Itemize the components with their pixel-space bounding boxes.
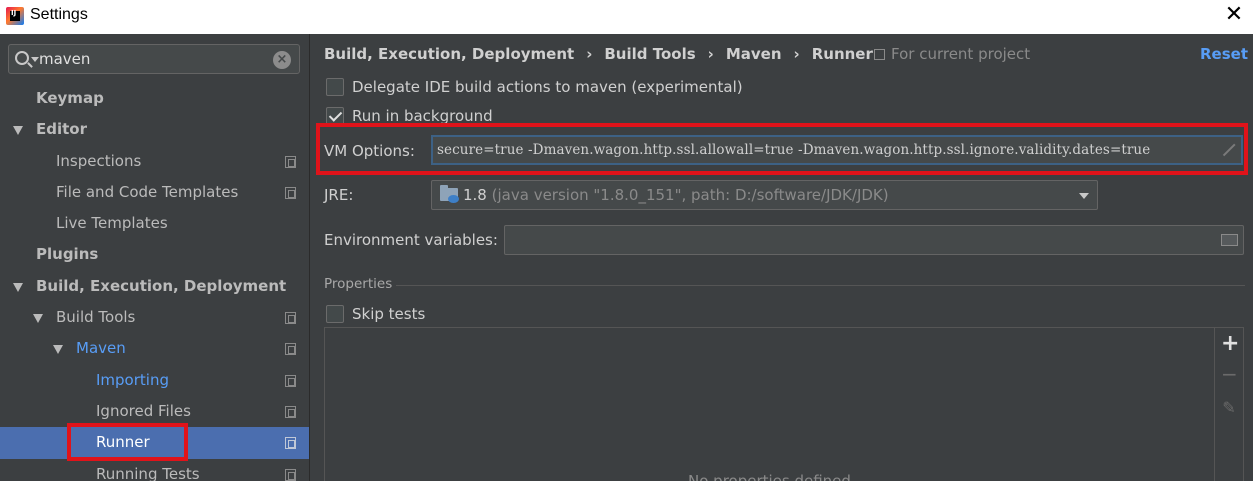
skip-tests-checkbox[interactable]: [326, 305, 344, 323]
app-icon-letters: IJ: [11, 9, 17, 17]
tree-item-label: Maven: [76, 339, 126, 358]
search-icon[interactable]: [15, 51, 29, 65]
vm-options-field[interactable]: secure=true -Dmaven.wagon.http.ssl.allow…: [431, 135, 1243, 165]
close-icon[interactable]: ✕: [1223, 4, 1245, 26]
search-input[interactable]: [39, 49, 269, 69]
properties-divider: [396, 285, 1245, 286]
breadcrumb-separator: ›: [707, 45, 714, 63]
jre-dropdown[interactable]: 1.8 (java version "1.8.0_151", path: D:/…: [431, 180, 1098, 210]
browse-folder-icon[interactable]: [1221, 234, 1238, 246]
properties-table[interactable]: No properties defined + − ✎: [324, 327, 1244, 481]
expand-editor-icon[interactable]: [1221, 143, 1235, 157]
tree-item-editor[interactable]: Editor: [0, 114, 309, 145]
expand-arrow-icon[interactable]: [13, 282, 23, 292]
add-property-icon[interactable]: +: [1221, 333, 1239, 355]
tree-item-label: Live Templates: [56, 214, 168, 233]
delegate-build-checkbox[interactable]: [326, 78, 344, 96]
expand-arrow-icon[interactable]: [53, 345, 63, 355]
tree-item-live-templates[interactable]: Live Templates: [0, 208, 309, 239]
tree-item-label: Editor: [36, 120, 87, 139]
properties-toolbar: + − ✎: [1214, 328, 1243, 481]
vm-options-label: VM Options:: [324, 142, 415, 160]
project-settings-icon: [285, 468, 296, 481]
for-current-project-note: For current project: [874, 45, 1030, 63]
title-bar: IJ Settings ✕: [0, 0, 1253, 34]
remove-property-icon[interactable]: −: [1221, 364, 1238, 384]
intellij-app-icon: IJ: [6, 7, 24, 25]
vm-options-value[interactable]: secure=true -Dmaven.wagon.http.ssl.allow…: [437, 142, 1215, 158]
jre-selected-value: 1.8 (java version "1.8.0_151", path: D:/…: [463, 186, 889, 204]
tree-item-keymap[interactable]: Keymap: [0, 83, 309, 114]
expand-arrow-icon[interactable]: [33, 314, 43, 324]
environment-variables-field[interactable]: [504, 225, 1244, 255]
tree-item-maven[interactable]: Maven: [0, 333, 309, 364]
tree-item-label: Plugins: [36, 245, 99, 264]
delegate-build-label[interactable]: Delegate IDE build actions to maven (exp…: [352, 76, 743, 98]
tree-item-build-execution-deployment[interactable]: Build, Execution, Deployment: [0, 271, 309, 302]
project-settings-icon: [285, 343, 296, 356]
tree-item-inspections[interactable]: Inspections: [0, 146, 309, 177]
properties-section-label: Properties: [324, 276, 393, 292]
project-settings-icon: [285, 405, 296, 418]
run-in-background-label[interactable]: Run in background: [352, 105, 493, 127]
tree-item-file-and-code-templates[interactable]: File and Code Templates: [0, 177, 309, 208]
tree-item-label: Running Tests: [96, 464, 200, 481]
chevron-down-icon[interactable]: [1079, 193, 1089, 199]
environment-variables-label: Environment variables:: [324, 231, 498, 249]
breadcrumb-item: Maven: [725, 45, 782, 63]
skip-tests-label[interactable]: Skip tests: [352, 303, 425, 325]
tree-item-running-tests[interactable]: Running Tests: [0, 459, 309, 481]
jre-detail: (java version "1.8.0_151", path: D:/soft…: [491, 186, 889, 204]
for-current-project-label: For current project: [891, 45, 1031, 63]
tree-item-label: Runner: [96, 433, 150, 452]
tree-item-ignored-files[interactable]: Ignored Files: [0, 396, 309, 427]
reset-link[interactable]: Reset: [1200, 45, 1248, 63]
settings-sidebar: × Keymap Editor Inspections File and Cod…: [0, 34, 310, 481]
breadcrumb-separator: ›: [586, 45, 593, 63]
tree-item-label: Ignored Files: [96, 401, 191, 420]
breadcrumb-item: Build Tools: [604, 45, 696, 63]
project-settings-icon: [285, 186, 296, 199]
tree-item-label: File and Code Templates: [56, 182, 239, 201]
properties-empty-text: No properties defined: [688, 472, 851, 481]
window-title: Settings: [30, 6, 88, 23]
jdk-folder-icon: [440, 185, 459, 203]
project-settings-icon: [874, 49, 885, 60]
search-history-dropdown-icon[interactable]: [31, 57, 39, 62]
breadcrumb: Build, Execution, Deployment › Build Tools…: [324, 45, 873, 65]
edit-property-icon[interactable]: ✎: [1221, 400, 1237, 416]
jre-version: 1.8: [463, 186, 487, 204]
tree-item-label: Importing: [96, 370, 169, 389]
tree-item-runner[interactable]: Runner: [0, 427, 309, 459]
jre-label: JRE:: [324, 186, 354, 204]
runner-settings-panel: Build, Execution, Deployment › Build Tools…: [311, 34, 1253, 481]
clear-search-icon[interactable]: ×: [273, 51, 291, 69]
settings-tree: Keymap Editor Inspections File and Code …: [0, 83, 309, 481]
project-settings-icon: [285, 312, 296, 325]
tree-item-label: Build Tools: [56, 308, 136, 327]
project-settings-icon: [285, 155, 296, 168]
project-settings-icon: [285, 374, 296, 387]
tree-item-label: Keymap: [36, 89, 104, 107]
tree-item-importing[interactable]: Importing: [0, 365, 309, 396]
tree-item-plugins[interactable]: Plugins: [0, 239, 309, 270]
breadcrumb-item: Build, Execution, Deployment: [324, 45, 575, 63]
run-in-background-checkbox[interactable]: [326, 107, 344, 125]
settings-search-box[interactable]: ×: [8, 44, 300, 74]
breadcrumb-item: Runner: [811, 45, 873, 63]
project-settings-icon: [285, 437, 296, 450]
breadcrumb-separator: ›: [793, 45, 800, 63]
tree-item-label: Build, Execution, Deployment: [36, 276, 287, 295]
tree-item-build-tools[interactable]: Build Tools: [0, 302, 309, 333]
expand-arrow-icon[interactable]: [13, 126, 23, 136]
tree-item-label: Inspections: [56, 151, 142, 170]
